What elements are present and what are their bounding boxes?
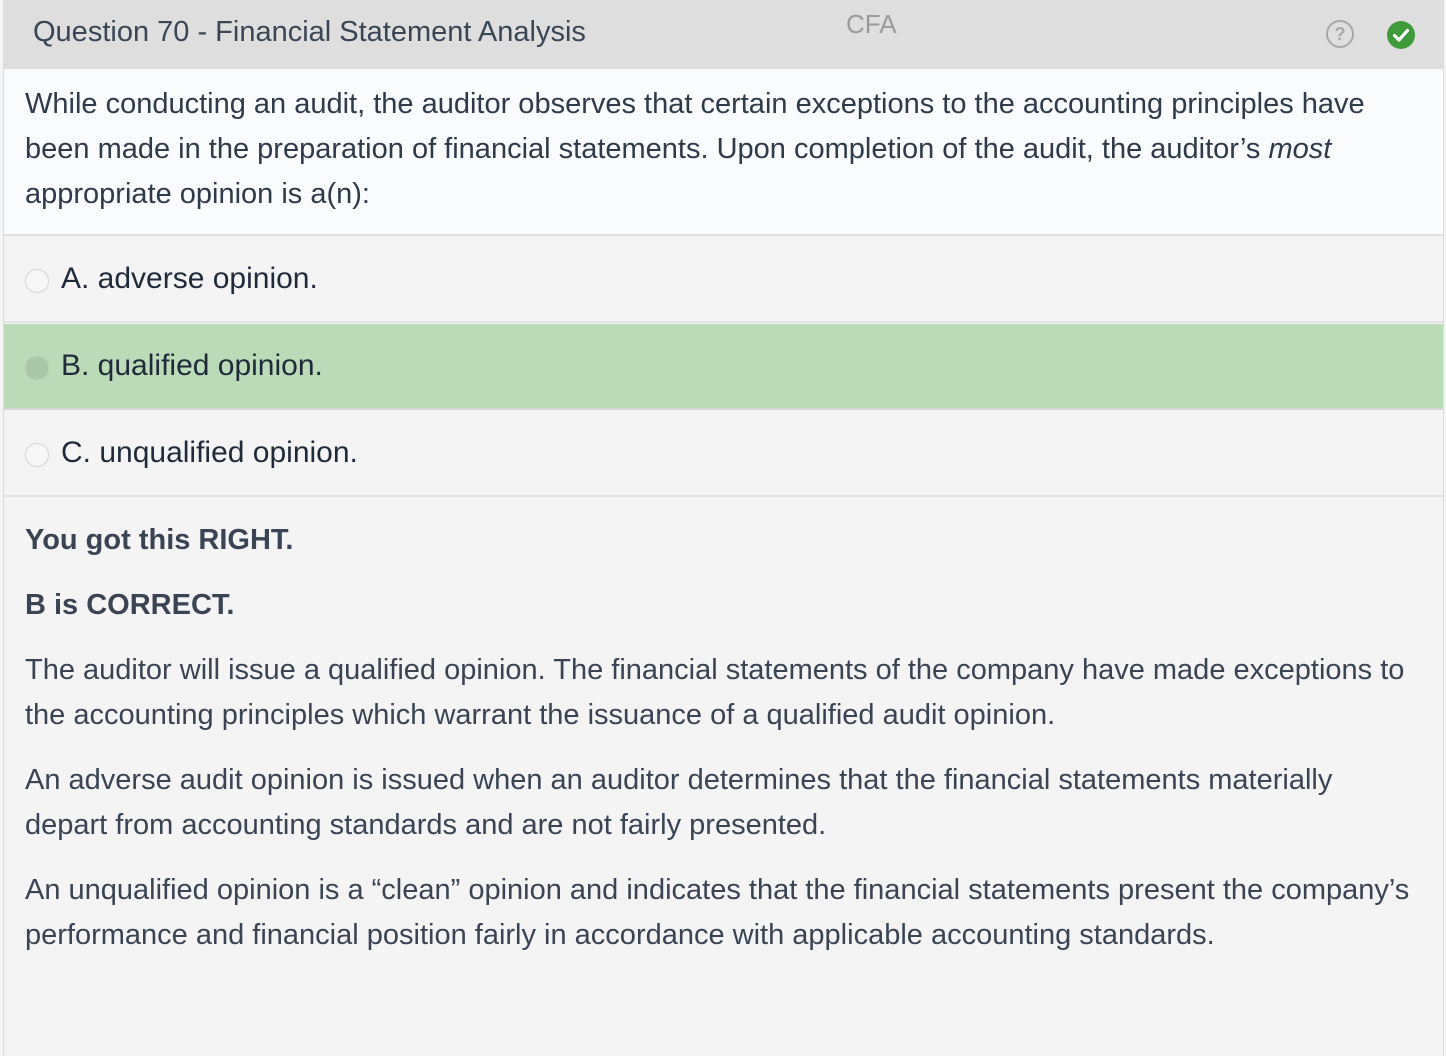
radio-button-b[interactable] xyxy=(25,356,49,380)
check-circle-icon xyxy=(1387,21,1415,49)
question-panel: Question 70 - Financial Statement Analys… xyxy=(3,0,1444,1056)
stem-text-part2: appropriate opinion is a(n): xyxy=(25,178,370,210)
explanation-paragraph: An unqualified opinion is a “clean” opin… xyxy=(25,874,1410,951)
question-circle-icon[interactable]: ? xyxy=(1326,20,1354,48)
subject-label: CFA xyxy=(846,9,897,39)
question-stem-text: While conducting an audit, the auditor o… xyxy=(25,82,1405,217)
correct-answer-message: B is CORRECT. xyxy=(25,589,235,621)
answer-option-b[interactable]: B. qualified opinion. xyxy=(4,324,1443,410)
explanation-paragraph: An adverse audit opinion is issued when … xyxy=(25,764,1333,841)
result-message: You got this RIGHT. xyxy=(25,524,294,556)
answer-option-b-label: B. qualified opinion. xyxy=(61,349,323,382)
radio-button-c[interactable] xyxy=(25,443,49,467)
question-header: Question 70 - Financial Statement Analys… xyxy=(4,0,1443,69)
radio-button-a[interactable] xyxy=(25,269,49,293)
answer-option-a[interactable]: A. adverse opinion. xyxy=(4,237,1443,323)
explanation-paragraph: The auditor will issue a qualified opini… xyxy=(25,654,1405,731)
answer-option-c[interactable]: C. unqualified opinion. xyxy=(4,411,1443,497)
answer-option-c-label: C. unqualified opinion. xyxy=(61,436,358,469)
stem-text-part1: While conducting an audit, the auditor o… xyxy=(25,88,1365,165)
question-stem: While conducting an audit, the auditor o… xyxy=(4,69,1443,236)
stem-emphasis: most xyxy=(1268,133,1332,165)
question-title: Question 70 - Financial Statement Analys… xyxy=(33,16,586,48)
answer-option-a-label: A. adverse opinion. xyxy=(61,262,318,295)
